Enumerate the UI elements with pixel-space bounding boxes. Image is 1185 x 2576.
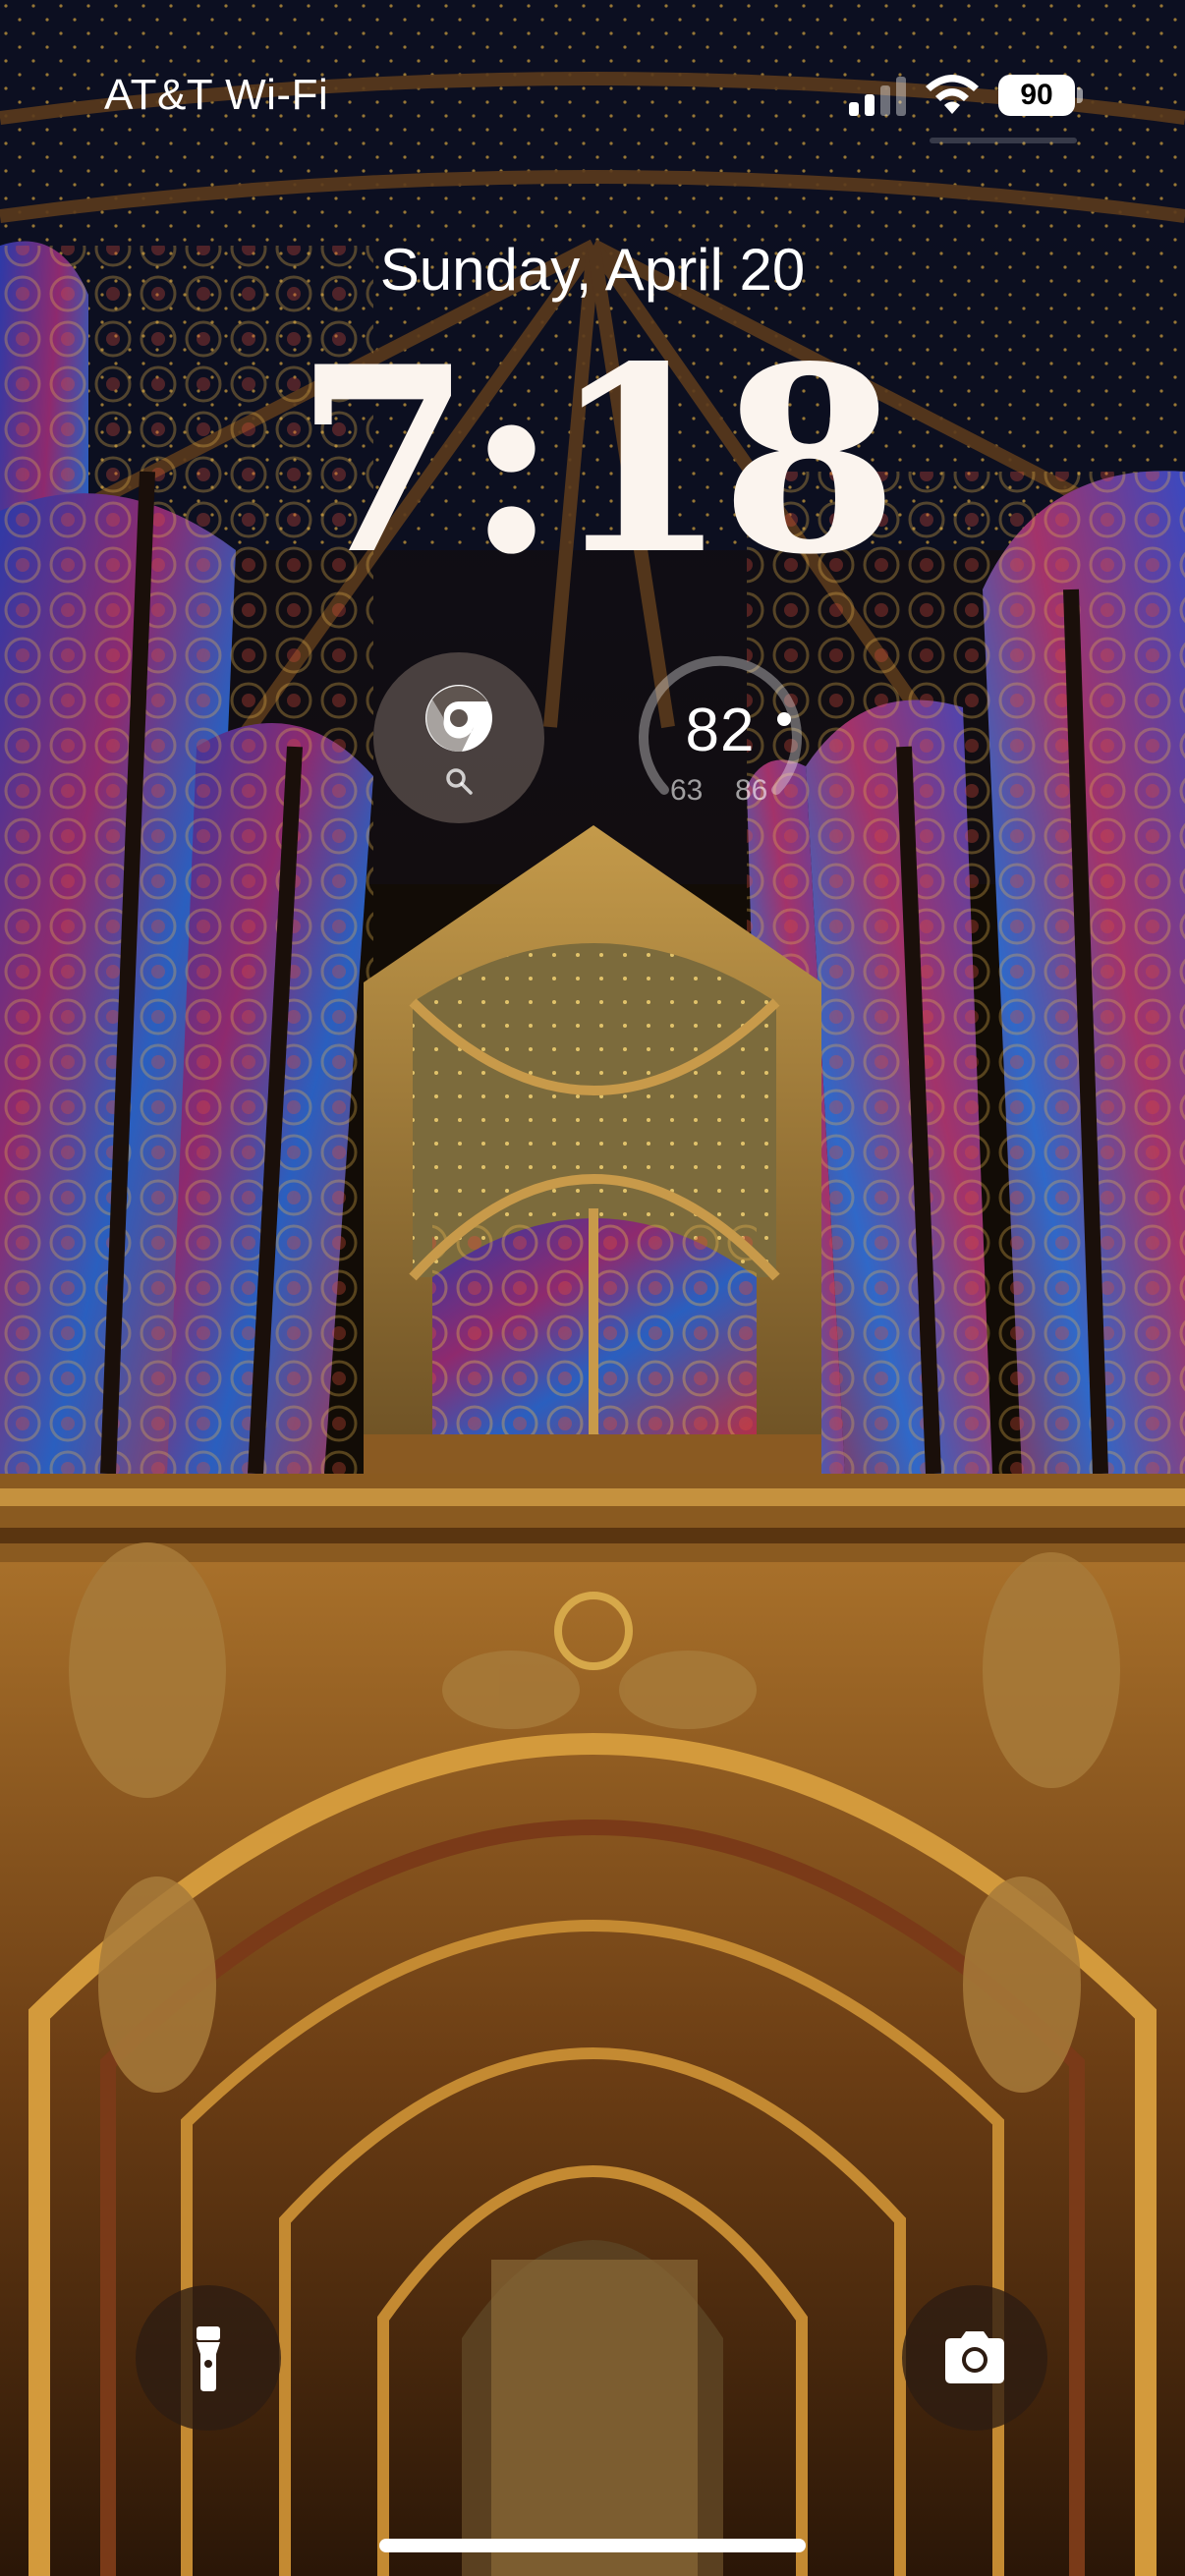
battery-cap [1077,87,1083,103]
lock-screen: AT&T Wi-Fi 90 Sunday, April 20 7:18 82 6… [0,0,1185,2576]
home-indicator[interactable] [379,2539,806,2552]
chrome-search-widget[interactable] [373,652,544,823]
status-indicator-bar [930,138,1077,143]
cellular-signal-icon [849,77,906,116]
chrome-icon [425,685,492,753]
flashlight-button[interactable] [136,2285,281,2431]
status-bar: AT&T Wi-Fi 90 [0,0,1185,196]
wifi-icon [926,75,979,114]
weather-widget[interactable]: 82 63 86 [635,652,806,823]
search-icon [446,768,473,795]
weather-current-temp: 82 [685,697,756,764]
battery-indicator: 90 [998,75,1083,116]
camera-button[interactable] [902,2285,1047,2431]
flashlight-icon [197,2326,220,2391]
lock-time: 7:18 [294,311,899,611]
lock-date: Sunday, April 20 [379,237,806,303]
weather-high-temp: 86 [735,774,768,807]
battery-level: 90 [998,75,1075,116]
camera-icon [945,2331,1004,2383]
carrier-label: AT&T Wi-Fi [104,71,329,119]
weather-low-temp: 63 [670,774,704,807]
